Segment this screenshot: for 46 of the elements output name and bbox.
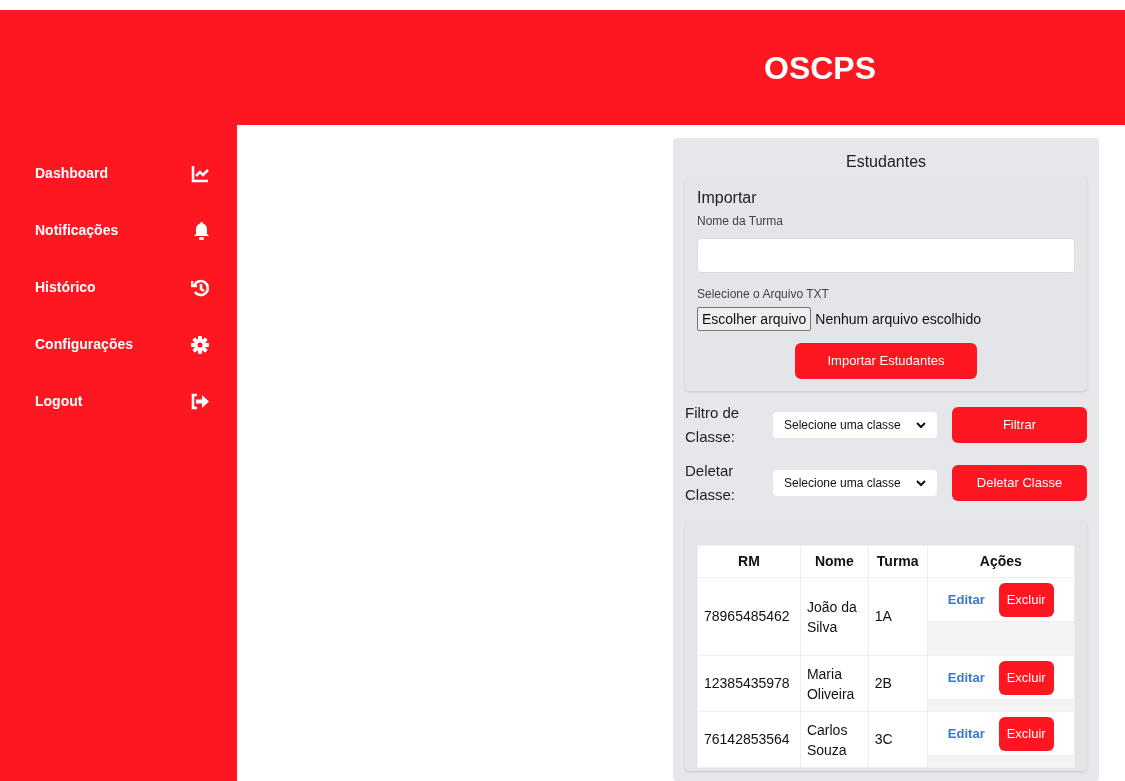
table-cell: 3C	[868, 711, 928, 768]
edit-link[interactable]: Editar	[947, 589, 985, 610]
filter-label: Filtro de Classe:	[685, 403, 741, 447]
delete-button[interactable]: Excluir	[998, 716, 1054, 751]
line-chart-icon	[191, 164, 209, 183]
file-status: Nenhum arquivo escolhido	[815, 309, 982, 329]
delete-class-button[interactable]: Deletar Classe	[952, 465, 1087, 501]
panel-title: Estudantes	[844, 152, 928, 172]
app-title: OSCPS	[763, 48, 877, 88]
table-cell: 12385435978	[697, 655, 801, 712]
section-heading: Importar	[697, 188, 758, 208]
logout-icon	[191, 393, 209, 410]
sidebar-item[interactable]: Logout	[0, 373, 237, 430]
gear-icon	[191, 335, 209, 354]
chevron-down-icon	[916, 421, 926, 429]
table-cell: Maria Oliveira	[800, 655, 869, 712]
history-icon	[191, 278, 209, 297]
filter-label: Deletar Classe:	[685, 461, 737, 505]
chevron-down-icon	[916, 479, 926, 487]
filter-button[interactable]: Filtrar	[952, 407, 1087, 443]
column-header: Turma	[868, 545, 928, 578]
table-cell: 1A	[868, 577, 928, 656]
table-cell: 78965485462	[697, 577, 801, 656]
column-header: Nome	[800, 545, 869, 578]
sidebar-item[interactable]: Configurações	[0, 316, 237, 373]
table-cell: João da Silva	[800, 577, 869, 656]
import-button[interactable]: Importar Estudantes	[795, 343, 977, 379]
bell-icon	[194, 221, 209, 240]
field-label: Selecione o Arquivo TXT	[697, 286, 830, 303]
table-cell: 76142853564	[697, 711, 801, 768]
field-label: Nome da Turma	[697, 213, 785, 230]
delete-button[interactable]: Excluir	[998, 660, 1054, 695]
sidebar-item[interactable]: Dashboard	[0, 145, 237, 202]
sidebar-item[interactable]: Notificações	[0, 202, 237, 259]
table-cell: Carlos Souza	[800, 711, 869, 768]
delete-button[interactable]: Excluir	[998, 582, 1054, 617]
file-button[interactable]: Escolher arquivo	[697, 307, 812, 331]
class-select[interactable]: Selecione uma classe	[773, 412, 937, 438]
table-cell: 2B	[868, 655, 928, 712]
edit-link[interactable]: Editar	[947, 667, 985, 688]
column-header: Ações	[927, 545, 1075, 578]
class-select[interactable]: Selecione uma classe	[773, 470, 937, 496]
column-header: RM	[697, 545, 801, 578]
sidebar-item[interactable]: Histórico	[0, 259, 237, 316]
edit-link[interactable]: Editar	[947, 723, 985, 744]
input-field[interactable]	[697, 238, 1075, 273]
